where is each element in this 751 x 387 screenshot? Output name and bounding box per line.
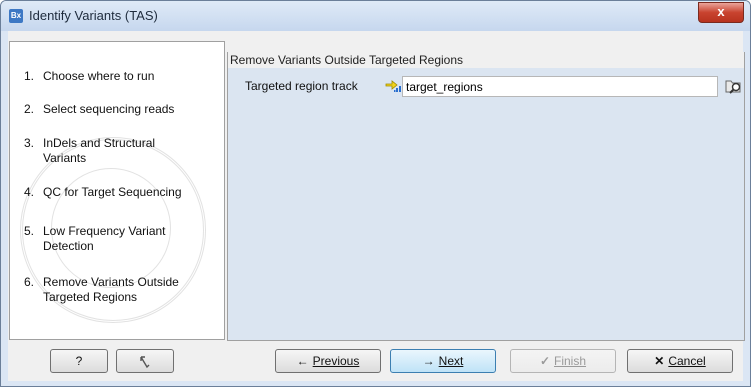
step-number: 4.: [24, 185, 35, 199]
step-label: Select sequencing reads: [43, 102, 175, 116]
step-number: 5.: [24, 224, 35, 238]
close-icon: x: [717, 4, 725, 19]
check-icon: ✓: [539, 354, 551, 368]
step-label: Remove Variants Outside Targeted Regions: [43, 275, 179, 304]
track-icon: [385, 80, 401, 92]
arrow-left-icon: ←: [296, 354, 309, 368]
panel-header: Remove Variants Outside Targeted Regions: [228, 52, 744, 68]
reset-icon: [140, 356, 150, 368]
dialog-body: 1. Choose where to run 2. Select sequencin…: [8, 31, 745, 381]
targeted-region-track-label: Targeted region track: [245, 79, 358, 93]
next-label: Next: [438, 354, 464, 368]
step-number: 3.: [24, 136, 35, 150]
app-icon: Bx: [9, 9, 23, 23]
cancel-label: Cancel: [668, 354, 706, 368]
browse-icon[interactable]: [725, 77, 743, 95]
step-label: InDels and Structural Variants: [43, 136, 156, 165]
step-label: Low Frequency Variant Detection: [43, 224, 166, 253]
step-label: Choose where to run: [43, 69, 155, 83]
close-button[interactable]: x: [698, 2, 744, 23]
step-number: 6.: [24, 275, 35, 289]
previous-button[interactable]: ← Previous: [275, 349, 381, 373]
dialog-window: Bx Identify Variants (TAS) x 1. Choose wh…: [0, 0, 751, 387]
arrow-right-icon: →: [422, 354, 435, 368]
window-title: Identify Variants (TAS): [29, 8, 158, 23]
step-label: QC for Target Sequencing: [43, 185, 182, 199]
step-number: 1.: [24, 69, 35, 83]
help-button[interactable]: ?: [50, 349, 108, 373]
reset-button[interactable]: [116, 349, 174, 373]
step-number: 2.: [24, 102, 35, 116]
finish-button[interactable]: ✓ Finish: [510, 349, 616, 373]
previous-label: Previous: [312, 354, 360, 368]
title-bar[interactable]: Bx Identify Variants (TAS) x: [1, 1, 750, 31]
targeted-region-track-field[interactable]: target_regions: [402, 76, 718, 97]
x-icon: ✕: [654, 354, 665, 368]
wizard-steps-panel: 1. Choose where to run 2. Select sequencin…: [9, 41, 225, 340]
next-button[interactable]: → Next: [390, 349, 496, 373]
cancel-button[interactable]: ✕ Cancel: [627, 349, 733, 373]
finish-label: Finish: [554, 354, 587, 368]
